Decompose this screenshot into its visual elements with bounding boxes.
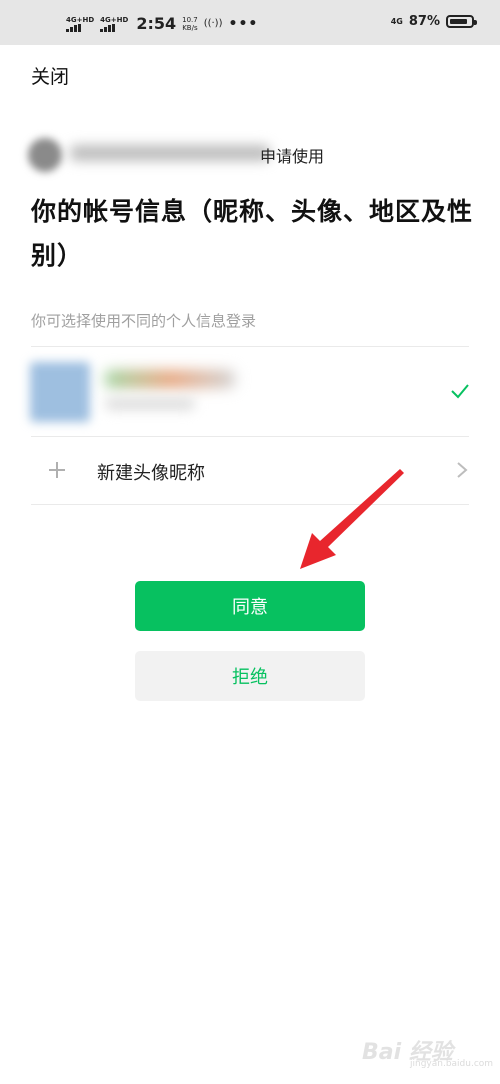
new-avatar-nickname-label: 新建头像昵称 xyxy=(97,463,205,484)
signal-label-2: 4G+HD xyxy=(100,15,129,24)
nickname-redacted xyxy=(105,370,235,388)
speed-value: 10.7 xyxy=(182,15,198,24)
account-option-selected[interactable] xyxy=(0,348,500,436)
annotation-arrow-icon xyxy=(300,469,404,569)
reject-button[interactable]: 拒绝 xyxy=(135,651,365,701)
signal-label-1: 4G+HD xyxy=(66,15,95,24)
status-right: 4G 87% xyxy=(390,14,477,29)
agree-button[interactable]: 同意 xyxy=(135,581,365,631)
signal-indicator-2: 4G+HD xyxy=(100,16,128,32)
signal-bars-icon xyxy=(100,23,116,32)
signal-bars-icon xyxy=(66,23,81,32)
new-avatar-nickname-row[interactable]: 新建头像昵称 xyxy=(0,438,500,504)
close-button[interactable]: 关闭 xyxy=(31,62,69,89)
signal-indicator-1: 4G+HD xyxy=(66,16,94,32)
battery-icon xyxy=(446,15,477,28)
hint-text: 你可选择使用不同的个人信息登录 xyxy=(31,312,257,330)
page-title: 你的帐号信息（昵称、头像、地区及性别） xyxy=(31,197,474,270)
app-logo-icon xyxy=(28,138,62,172)
status-time: 2:54 xyxy=(136,14,177,33)
status-left: 4G+HD 4G+HD 2:54 10.7 KB/s ((·)) ••• xyxy=(66,14,258,33)
more-notifications-icon: ••• xyxy=(228,15,259,32)
speed-unit: KB/s xyxy=(182,23,198,32)
status-bar: 4G+HD 4G+HD 2:54 10.7 KB/s ((·)) ••• 4G … xyxy=(0,0,500,45)
check-icon xyxy=(451,384,469,399)
divider xyxy=(31,436,469,437)
app-name-redacted xyxy=(70,145,270,161)
watermark-logo: Bai 经验 jingyan.baidu.com xyxy=(362,1032,493,1069)
network-type: 4G xyxy=(390,17,403,26)
hotspot-icon: ((·)) xyxy=(203,18,223,29)
plus-icon xyxy=(49,462,65,478)
chevron-right-icon xyxy=(457,462,468,478)
battery-fill xyxy=(450,19,467,24)
divider xyxy=(31,346,469,347)
apply-text: 申请使用 xyxy=(260,147,325,166)
app-request-row: 申请使用 xyxy=(28,130,348,176)
battery-percent: 87% xyxy=(408,14,440,29)
avatar xyxy=(30,362,90,422)
account-sub-redacted xyxy=(105,398,195,410)
network-speed: 10.7 KB/s xyxy=(182,16,198,32)
watermark-sub: jingyan.baidu.com xyxy=(410,1059,494,1069)
